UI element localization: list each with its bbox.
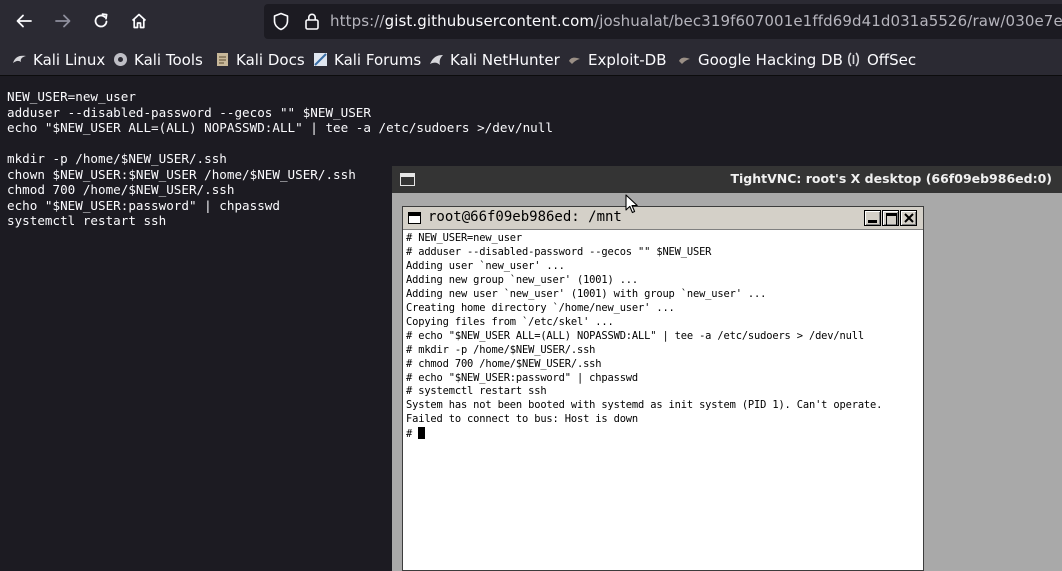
terminal-prompt: # (406, 428, 419, 441)
terminal-line: Adding new user `new_user' (1001) with g… (406, 287, 767, 300)
terminal-prompt-line[interactable]: # (406, 427, 921, 442)
terminal-line: Adding new group `new_user' (1001) ... (406, 273, 639, 286)
terminal-line: Adding user `new_user' ... (406, 259, 565, 272)
bookmark-label: Kali Docs (236, 50, 305, 69)
close-button[interactable] (900, 210, 917, 226)
bookmark-label: Exploit-DB (588, 50, 667, 69)
kali-nethunter-icon (428, 51, 445, 68)
url-scheme: https:// (330, 12, 385, 30)
bookmark-kali-docs[interactable]: Kali Docs (214, 43, 305, 76)
offsec-icon (845, 51, 862, 68)
browser-nav-bar: https://gist.githubusercontent.com/joshu… (0, 0, 1062, 43)
bookmark-exploit-db[interactable]: Exploit-DB (566, 43, 667, 76)
bookmark-kali-nethunter[interactable]: Kali NetHunter (428, 43, 560, 76)
home-icon (131, 13, 147, 29)
exploit-db-icon (566, 51, 583, 68)
terminal-line: System has not been booted with systemd … (406, 399, 883, 412)
url-path: /joshualat/bec319f607001e1ffd69d41d031a5… (594, 12, 1062, 30)
close-icon (904, 213, 914, 223)
terminal-line: # adduser --disabled-password --gecos ""… (406, 245, 712, 258)
bookmark-kali-tools[interactable]: Kali Tools (112, 43, 203, 76)
xterm-title: root@66f09eb986ed: /mnt (428, 209, 622, 225)
kali-dragon-icon (11, 51, 28, 68)
kali-forums-icon (312, 51, 329, 68)
bookmark-label: Kali NetHunter (450, 50, 560, 69)
terminal-line: # mkdir -p /home/$NEW_USER/.ssh (406, 343, 596, 356)
maximize-button[interactable] (882, 210, 899, 226)
bookmarks-toolbar: Kali Linux Kali Tools Kali Docs Kali For… (0, 43, 1062, 76)
terminal-line: # NEW_USER=new_user (406, 232, 523, 244)
kali-tools-icon (112, 51, 129, 68)
bookmark-kali-forums[interactable]: Kali Forums (312, 43, 421, 76)
xterm-window-icon[interactable] (408, 212, 421, 224)
reload-button[interactable] (86, 6, 116, 36)
lock-icon[interactable] (304, 12, 320, 31)
terminal-line: Failed to connect to bus: Host is down (406, 413, 639, 426)
xterm-window[interactable]: root@66f09eb986ed: /mnt # NEW_USER=new_u… (402, 206, 924, 571)
terminal-line: # echo "$NEW_USER ALL=(ALL) NOPASSWD:ALL… (406, 329, 864, 342)
code-line: echo "$NEW_USER ALL=(ALL) NOPASSWD:ALL" … (7, 120, 553, 135)
bookmark-offsec[interactable]: OffSec (845, 43, 916, 76)
google-hacking-db-icon (676, 51, 693, 68)
reload-icon (94, 13, 108, 28)
back-button[interactable] (9, 6, 39, 36)
bookmark-label: Kali Tools (134, 50, 203, 69)
bookmark-google-hacking-db[interactable]: Google Hacking DB (676, 43, 843, 76)
bookmark-kali-linux[interactable]: Kali Linux (11, 43, 105, 76)
vnc-desktop[interactable]: root@66f09eb986ed: /mnt # NEW_USER=new_u… (392, 193, 1062, 571)
url-host: gist.githubusercontent.com (384, 12, 595, 30)
vnc-viewer-window[interactable]: TightVNC: root's X desktop (66f09eb986ed… (392, 166, 1062, 571)
code-line: NEW_USER=new_user (7, 89, 136, 104)
tracking-protection-shield-icon[interactable] (272, 12, 290, 31)
terminal-cursor (418, 427, 426, 440)
home-button[interactable] (124, 6, 154, 36)
vnc-titlebar[interactable]: TightVNC: root's X desktop (66f09eb986ed… (392, 166, 1062, 193)
mouse-pointer-icon (625, 194, 638, 214)
terminal-line: # systemctl restart ssh (406, 385, 547, 398)
code-line: mkdir -p /home/$NEW_USER/.ssh (7, 151, 227, 166)
bookmark-label: OffSec (867, 50, 917, 69)
url-bar[interactable]: https://gist.githubusercontent.com/joshu… (264, 4, 1062, 39)
terminal-line: # chmod 700 /home/$NEW_USER/.ssh (406, 357, 602, 370)
xterm-titlebar[interactable]: root@66f09eb986ed: /mnt (403, 207, 923, 230)
kali-docs-icon (214, 51, 231, 68)
minimize-button[interactable] (864, 210, 881, 226)
terminal-line: Copying files from `/etc/skel' ... (406, 315, 614, 328)
bookmark-label: Kali Forums (334, 50, 422, 69)
terminal-line: # echo "$NEW_USER:password" | chpasswd (406, 371, 639, 384)
bookmark-label: Google Hacking DB (698, 50, 843, 69)
forward-arrow-icon (55, 14, 71, 28)
terminal-output[interactable]: # NEW_USER=new_user # adduser --disabled-… (406, 232, 921, 442)
url-text[interactable]: https://gist.githubusercontent.com/joshu… (330, 11, 1062, 31)
vnc-title: TightVNC: root's X desktop (66f09eb986ed… (730, 171, 1052, 186)
vnc-window-icon (400, 173, 415, 186)
terminal-line: Creating home directory `/home/new_user'… (406, 301, 675, 314)
back-arrow-icon (16, 14, 32, 28)
code-line: adduser --disabled-password --gecos "" $… (7, 104, 371, 120)
forward-button[interactable] (48, 6, 78, 36)
bookmark-label: Kali Linux (33, 50, 106, 69)
